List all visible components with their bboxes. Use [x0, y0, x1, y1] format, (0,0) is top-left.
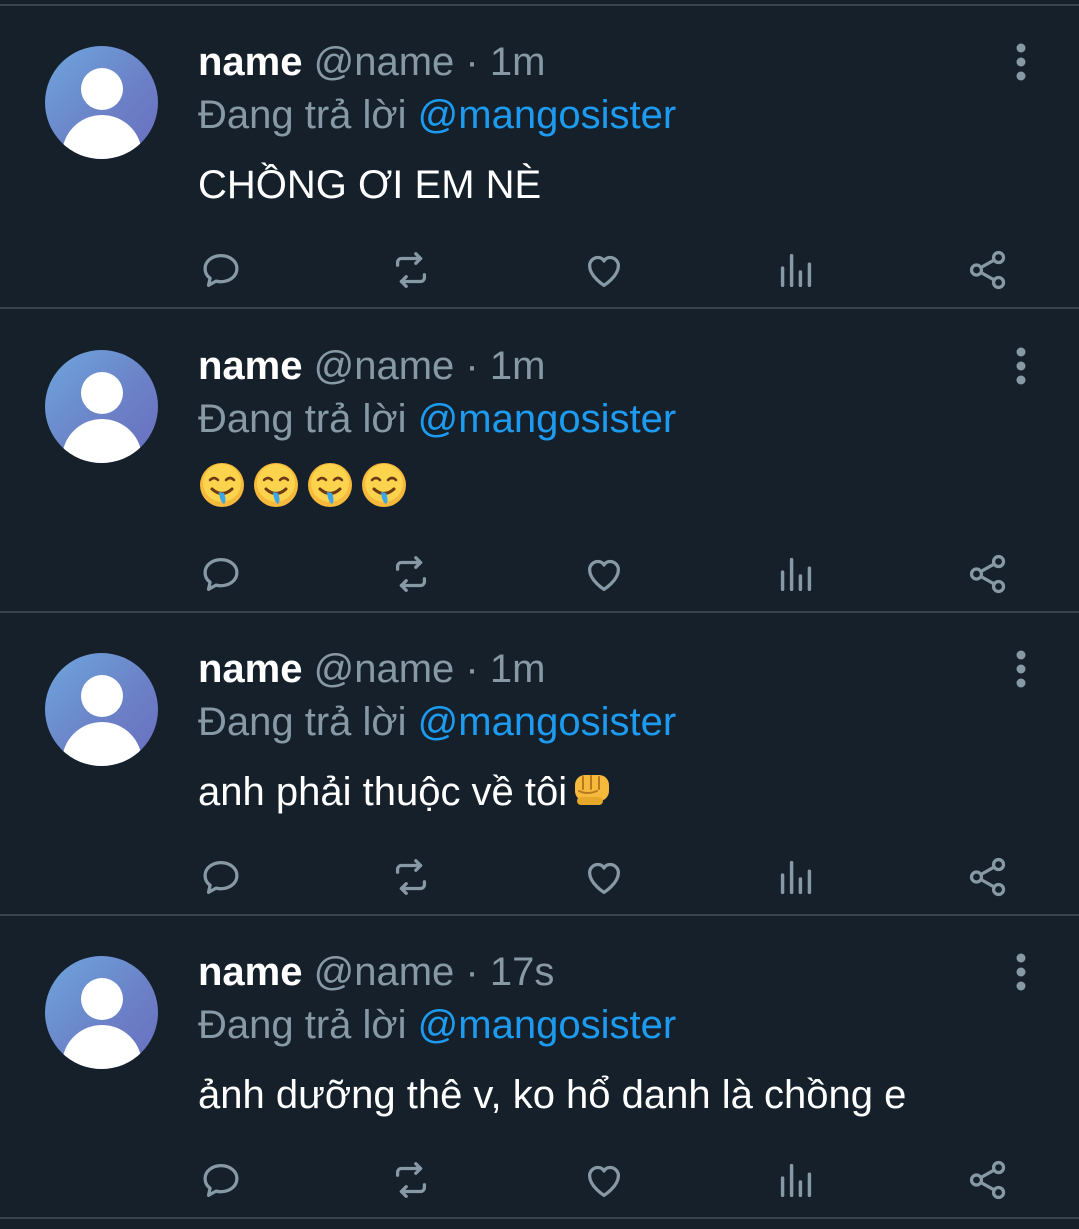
replying-to: Đang trả lời @mangosister: [198, 1000, 676, 1050]
share-icon[interactable]: [958, 544, 1018, 604]
avatar[interactable]: [45, 46, 158, 159]
like-icon[interactable]: [574, 847, 634, 907]
display-name[interactable]: name: [198, 40, 303, 84]
drooling-face-emoji-icon: [254, 463, 298, 508]
retweet-icon[interactable]: [381, 847, 441, 907]
reply-feed: name @name · 1m Đang trả lời @mangosiste…: [0, 0, 1079, 1229]
reply-icon[interactable]: [191, 847, 251, 907]
replying-to-handle[interactable]: @mangosister: [418, 397, 676, 441]
tweet-text: CHỒNG ƠI EM NÈ: [198, 163, 542, 207]
tweet-header: name @name · 1m: [198, 342, 545, 390]
more-options-icon[interactable]: [1003, 346, 1039, 386]
analytics-icon[interactable]: [766, 544, 826, 604]
reply-icon[interactable]: [191, 240, 251, 300]
tweet-divider: [0, 307, 1079, 309]
like-icon[interactable]: [574, 1150, 634, 1210]
share-icon[interactable]: [958, 240, 1018, 300]
tweet[interactable]: name @name · 1m Đang trả lời @mangosiste…: [0, 6, 1079, 309]
retweet-icon[interactable]: [381, 1150, 441, 1210]
handle-and-time: @name · 17s: [313, 950, 555, 994]
tweet[interactable]: name @name · 1m Đang trả lời @mangosiste…: [0, 613, 1079, 916]
more-options-icon[interactable]: [1003, 952, 1039, 992]
tweet-header: name @name · 1m: [198, 645, 545, 693]
avatar[interactable]: [45, 956, 158, 1069]
replying-to-label: Đang trả lời: [198, 397, 407, 441]
replying-to-handle[interactable]: @mangosister: [418, 1003, 676, 1047]
emoji-row: [198, 461, 408, 509]
replying-to: Đang trả lời @mangosister: [198, 697, 676, 747]
analytics-icon[interactable]: [766, 847, 826, 907]
tweet-divider: [0, 1217, 1079, 1219]
retweet-icon[interactable]: [381, 544, 441, 604]
tweet-header: name @name · 17s: [198, 948, 554, 996]
reply-icon[interactable]: [191, 1150, 251, 1210]
replying-to-handle[interactable]: @mangosister: [418, 93, 676, 137]
replying-to-handle[interactable]: @mangosister: [418, 700, 676, 744]
share-icon[interactable]: [958, 1150, 1018, 1210]
reply-icon[interactable]: [191, 544, 251, 604]
tweet[interactable]: name @name · 1m Đang trả lời @mangosiste…: [0, 310, 1079, 613]
drooling-face-emoji-icon: [362, 463, 406, 508]
tweet-text: anh phải thuộc về tôi: [198, 770, 568, 814]
tweet-text-container: anh phải thuộc về tôi: [198, 765, 613, 819]
tweet-actions: [0, 544, 1079, 604]
tweet-text: [198, 456, 408, 510]
drooling-face-emoji-icon: [308, 463, 352, 508]
tweet-text: ảnh dưỡng thê v, ko hổ danh là chồng e: [198, 1073, 907, 1117]
like-icon[interactable]: [574, 240, 634, 300]
avatar[interactable]: [45, 653, 158, 766]
replying-to-label: Đang trả lời: [198, 700, 407, 744]
handle-and-time: @name · 1m: [313, 647, 546, 691]
retweet-icon[interactable]: [381, 240, 441, 300]
tweet-actions: [0, 240, 1079, 300]
tweet-header: name @name · 1m: [198, 38, 545, 86]
display-name[interactable]: name: [198, 647, 303, 691]
handle-and-time: @name · 1m: [313, 40, 546, 84]
display-name[interactable]: name: [198, 950, 303, 994]
oncoming-fist-emoji-icon: [575, 775, 610, 805]
share-icon[interactable]: [958, 847, 1018, 907]
replying-to-label: Đang trả lời: [198, 1003, 407, 1047]
replying-to: Đang trả lời @mangosister: [198, 394, 676, 444]
analytics-icon[interactable]: [766, 1150, 826, 1210]
handle-and-time: @name · 1m: [313, 344, 546, 388]
drooling-face-emoji-icon: [200, 463, 244, 508]
display-name[interactable]: name: [198, 344, 303, 388]
tweet-actions: [0, 1150, 1079, 1210]
more-options-icon[interactable]: [1003, 649, 1039, 689]
replying-to: Đang trả lời @mangosister: [198, 90, 676, 140]
like-icon[interactable]: [574, 544, 634, 604]
tweet[interactable]: name @name · 17s Đang trả lời @mangosist…: [0, 916, 1079, 1219]
avatar[interactable]: [45, 350, 158, 463]
analytics-icon[interactable]: [766, 240, 826, 300]
replying-to-label: Đang trả lời: [198, 93, 407, 137]
more-options-icon[interactable]: [1003, 42, 1039, 82]
tweet-actions: [0, 847, 1079, 907]
